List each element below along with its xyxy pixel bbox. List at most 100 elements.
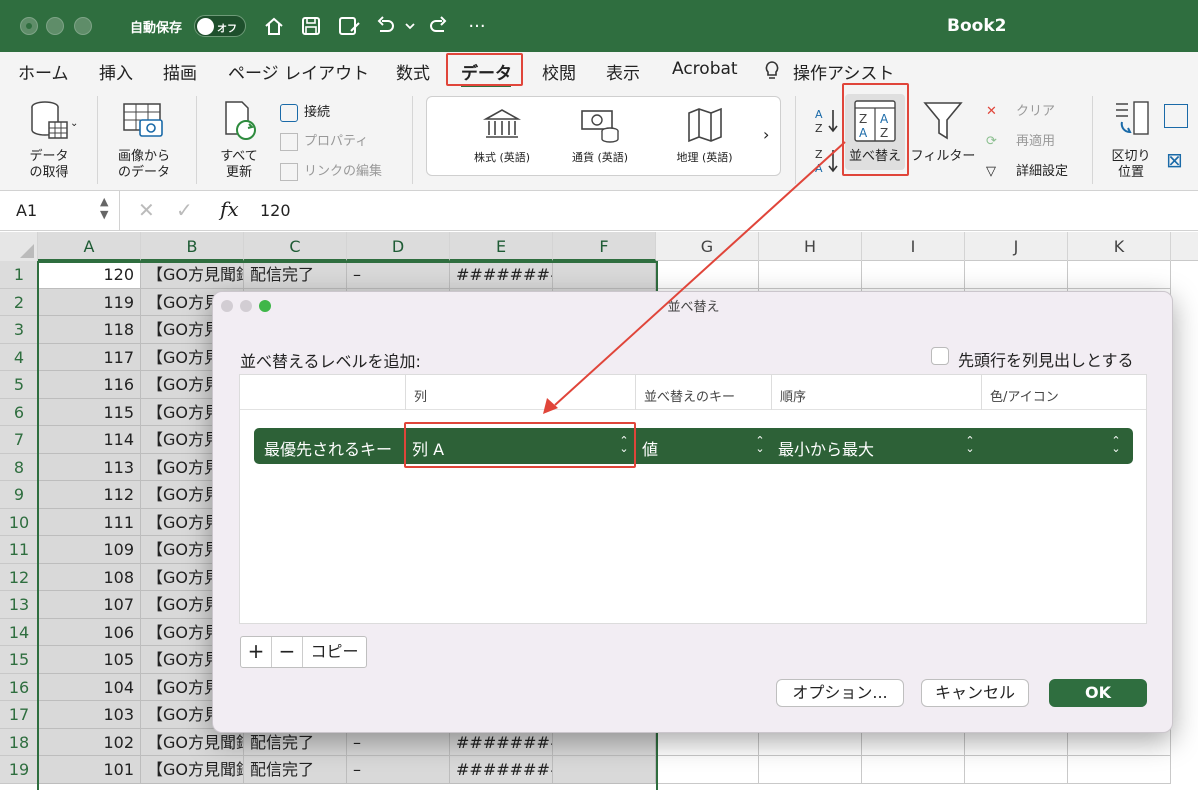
options-button[interactable]: オプション...: [776, 679, 904, 707]
formula-input[interactable]: 120: [260, 201, 291, 220]
cell[interactable]: [1068, 261, 1171, 289]
row-header[interactable]: 17: [0, 701, 38, 729]
connections-button[interactable]: 接続: [280, 101, 330, 122]
row-header[interactable]: 4: [0, 343, 38, 371]
close-window-button[interactable]: [20, 17, 38, 35]
cell-A7[interactable]: 114: [38, 426, 141, 454]
redo-icon[interactable]: [427, 13, 451, 39]
sort-level-row[interactable]: 最優先されるキー 列 A ⌃ ⌄ 値 ⌃ ⌄ 最小から最大 ⌃ ⌄ ⌃ ⌄: [254, 428, 1133, 464]
select-all-corner[interactable]: [0, 232, 38, 261]
tab-review[interactable]: 校閲: [542, 59, 576, 84]
cell-A6[interactable]: 115: [38, 398, 141, 426]
tab-insert[interactable]: 挿入: [99, 59, 133, 84]
cell-E1[interactable]: ##########: [450, 261, 553, 289]
reapply-button[interactable]: ⟳ 再適用: [986, 130, 1055, 149]
row-header[interactable]: 14: [0, 618, 38, 646]
cell-A17[interactable]: 103: [38, 701, 141, 729]
more-icon[interactable]: ···: [466, 13, 488, 39]
cell-B1[interactable]: 【GO方見聞録: [141, 261, 244, 289]
row-header[interactable]: 13: [0, 591, 38, 619]
cell-D1[interactable]: –: [347, 261, 450, 289]
cell[interactable]: [553, 261, 656, 289]
tab-home[interactable]: ホーム: [18, 59, 69, 84]
tab-acrobat[interactable]: Acrobat: [672, 59, 738, 79]
order-select[interactable]: 最小から最大: [778, 436, 874, 460]
color-icon-chevron-icon[interactable]: ⌃ ⌄: [1110, 435, 1122, 454]
row-header[interactable]: 3: [0, 316, 38, 344]
cell-A2[interactable]: 119: [38, 288, 141, 316]
cancel-button[interactable]: キャンセル: [921, 679, 1029, 707]
column-header-H[interactable]: H: [759, 232, 862, 261]
advanced-filter-button[interactable]: ▽ 詳細設定: [986, 160, 1068, 179]
cell-C19[interactable]: 配信完了: [244, 756, 347, 784]
cell[interactable]: [656, 756, 759, 784]
row-header[interactable]: 9: [0, 481, 38, 509]
stepper-icon[interactable]: ▲ ▼: [100, 195, 108, 221]
tab-formulas[interactable]: 数式: [396, 59, 430, 84]
row-header[interactable]: 10: [0, 508, 38, 536]
cell-E19[interactable]: ##########: [450, 756, 553, 784]
cell[interactable]: [862, 261, 965, 289]
save-as-icon[interactable]: [336, 13, 362, 39]
column-header-E[interactable]: E: [450, 232, 553, 261]
minimize-window-button[interactable]: [46, 17, 64, 35]
cell-A12[interactable]: 108: [38, 563, 141, 591]
data-from-picture-button[interactable]: 画像から のデータ: [108, 98, 180, 181]
geography-button[interactable]: 地理 (英語): [657, 105, 752, 166]
confirm-formula-icon[interactable]: ✓: [176, 198, 193, 222]
undo-dropdown-icon[interactable]: [403, 13, 417, 39]
properties-button[interactable]: プロパティ: [280, 130, 368, 151]
column-header-B[interactable]: B: [141, 232, 244, 261]
cell-D19[interactable]: –: [347, 756, 450, 784]
tell-me-search[interactable]: 操作アシスト: [793, 59, 894, 84]
row-header[interactable]: 19: [0, 756, 38, 784]
clear-filter-button[interactable]: ✕ クリア: [986, 100, 1055, 119]
name-box[interactable]: A1 ▲ ▼: [0, 191, 120, 230]
tab-draw[interactable]: 描画: [163, 59, 197, 84]
row-header[interactable]: 2: [0, 288, 38, 316]
ok-button[interactable]: OK: [1049, 679, 1147, 707]
zoom-window-button[interactable]: [74, 17, 92, 35]
cell[interactable]: [759, 261, 862, 289]
cell[interactable]: [965, 261, 1068, 289]
currencies-button[interactable]: 通貨 (英語): [555, 105, 645, 166]
column-header-G[interactable]: G: [656, 232, 759, 261]
cell[interactable]: [862, 756, 965, 784]
cell[interactable]: [553, 756, 656, 784]
cell-A15[interactable]: 105: [38, 646, 141, 674]
undo-icon[interactable]: [373, 13, 397, 39]
delete-level-button[interactable]: −: [272, 637, 303, 667]
remove-duplicates-icon[interactable]: ⊠: [1166, 148, 1183, 172]
header-row-checkbox[interactable]: [931, 347, 949, 365]
cell-C1[interactable]: 配信完了: [244, 261, 347, 289]
cell-A8[interactable]: 113: [38, 453, 141, 481]
cell[interactable]: [965, 756, 1068, 784]
cell-B19[interactable]: 【GO方見聞録: [141, 756, 244, 784]
cell-A18[interactable]: 102: [38, 728, 141, 756]
cancel-formula-icon[interactable]: ✕: [138, 198, 155, 222]
column-header-I[interactable]: I: [862, 232, 965, 261]
row-header[interactable]: 7: [0, 426, 38, 454]
get-data-button[interactable]: データ の取得: [18, 98, 80, 181]
row-header[interactable]: 12: [0, 563, 38, 591]
cell-A1[interactable]: 120: [38, 261, 141, 289]
sort-descending-icon[interactable]: ZA: [814, 146, 840, 180]
column-header-J[interactable]: J: [965, 232, 1068, 261]
row-header[interactable]: 8: [0, 453, 38, 481]
row-header[interactable]: 18: [0, 728, 38, 756]
cell-A13[interactable]: 107: [38, 591, 141, 619]
row-header[interactable]: 15: [0, 646, 38, 674]
cell[interactable]: [759, 756, 862, 784]
column-header-C[interactable]: C: [244, 232, 347, 261]
sort-on-select[interactable]: 値: [642, 436, 658, 460]
cell-A9[interactable]: 112: [38, 481, 141, 509]
autosave-toggle[interactable]: オフ: [194, 15, 246, 37]
filter-button[interactable]: フィルター: [908, 98, 978, 165]
add-level-button[interactable]: +: [241, 637, 272, 667]
row-header[interactable]: 6: [0, 398, 38, 426]
cell[interactable]: [656, 261, 759, 289]
tab-view[interactable]: 表示: [606, 59, 640, 84]
copy-level-button[interactable]: コピー: [303, 637, 366, 667]
flash-fill-icon[interactable]: [1164, 104, 1188, 128]
edit-links-button[interactable]: リンクの編集: [280, 160, 382, 181]
